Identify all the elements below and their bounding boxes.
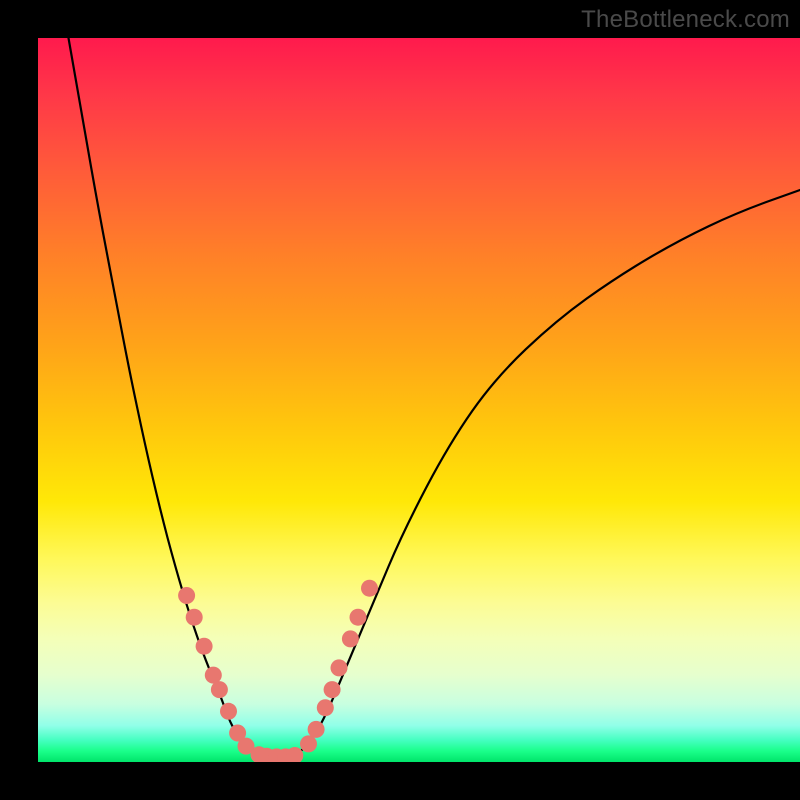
data-point <box>186 609 203 626</box>
data-point <box>350 609 367 626</box>
data-point <box>361 580 378 597</box>
data-point <box>205 667 222 684</box>
data-point <box>178 587 195 604</box>
data-point <box>308 721 325 738</box>
data-points <box>178 580 378 762</box>
chart-frame: TheBottleneck.com <box>0 0 800 800</box>
data-point <box>317 699 334 716</box>
data-point <box>211 681 228 698</box>
bottleneck-curve-left <box>69 38 260 755</box>
watermark-text: TheBottleneck.com <box>581 6 790 34</box>
plot-area <box>38 38 800 762</box>
data-point <box>300 735 317 752</box>
data-point <box>220 703 237 720</box>
curve-layer <box>38 38 800 762</box>
data-point <box>342 630 359 647</box>
data-point <box>196 638 213 655</box>
data-point <box>331 659 348 676</box>
bottleneck-curve-right <box>297 190 800 755</box>
data-point <box>324 681 341 698</box>
